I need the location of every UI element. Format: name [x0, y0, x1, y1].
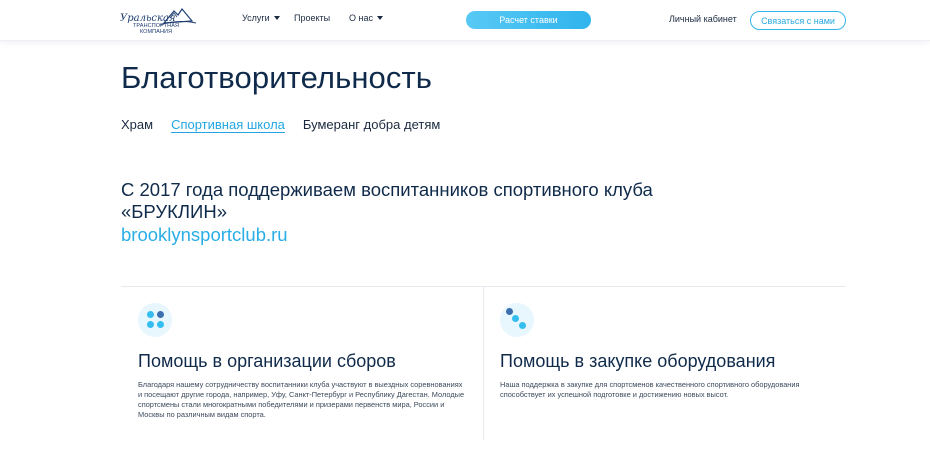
- nav-about[interactable]: О нас: [349, 13, 383, 23]
- nav-services[interactable]: Услуги: [242, 13, 280, 23]
- card-text-equipment: Наша поддержка в закупке для спортсменов…: [500, 380, 800, 399]
- four-dots-icon: [138, 303, 172, 337]
- tab-boomerang[interactable]: Бумеранг добра детям: [303, 117, 440, 132]
- logo-title: Уральская: [120, 13, 176, 24]
- intro-text: С 2017 года поддерживаем воспитанников с…: [121, 179, 653, 222]
- card-title-equipment: Помощь в закупке оборудования: [500, 351, 776, 371]
- tab-sport-school[interactable]: Спортивная школа: [171, 117, 285, 132]
- contact-us-button[interactable]: Связаться с нами: [750, 11, 846, 30]
- chevron-down-icon: [376, 16, 383, 20]
- company-logo[interactable]: Уральская ТРАНСПОРТНАЯ КОМПАНИЯ: [120, 5, 198, 37]
- nav-about-label: О нас: [349, 13, 373, 23]
- chevron-down-icon: [273, 16, 280, 20]
- page-title: Благотворительность: [121, 60, 433, 95]
- card-title-training-camps: Помощь в организации сборов: [138, 351, 396, 371]
- card-text-training-camps: Благодаря нашему сотрудничеству воспитан…: [138, 380, 465, 419]
- tab-temple[interactable]: Храм: [121, 117, 153, 132]
- site-header: Уральская ТРАНСПОРТНАЯ КОМПАНИЯ Услуги П…: [0, 0, 930, 41]
- rate-calculation-button[interactable]: Расчет ставки: [466, 11, 591, 29]
- nav-projects[interactable]: Проекты: [294, 13, 330, 23]
- nav-projects-label: Проекты: [294, 13, 331, 23]
- nav-services-label: Услуги: [242, 13, 270, 23]
- club-website-link[interactable]: brooklynsportclub.ru: [121, 224, 288, 246]
- charity-tabs: Храм Спортивная школа Бумеранг добра дет…: [121, 117, 458, 132]
- diagonal-dots-icon: [500, 303, 534, 337]
- cards-column-divider: [483, 287, 484, 440]
- personal-cabinet-link[interactable]: Личный кабинет: [669, 14, 737, 24]
- logo-subtitle: ТРАНСПОРТНАЯ КОМПАНИЯ: [132, 23, 180, 35]
